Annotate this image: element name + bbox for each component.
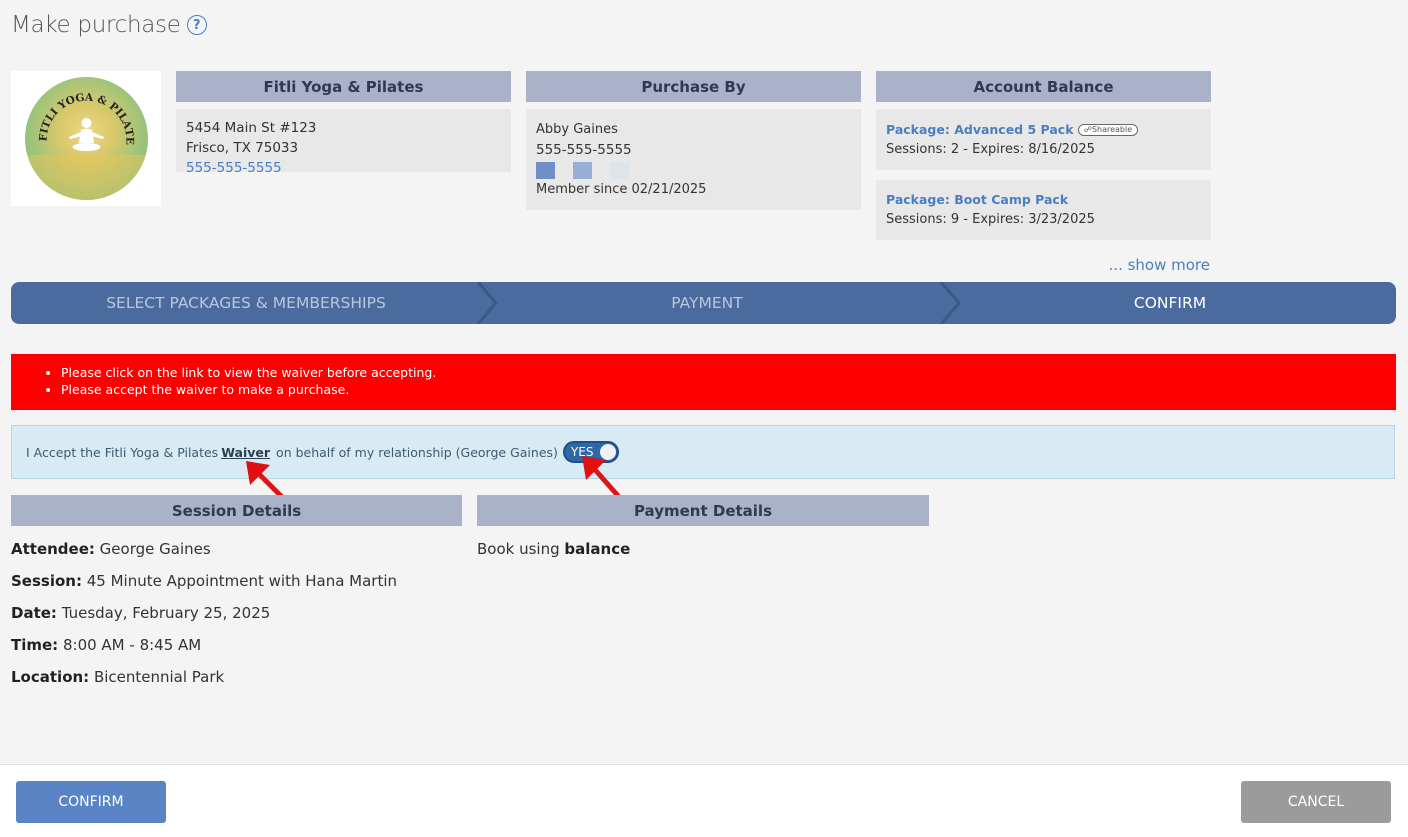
waiver-suffix: on behalf of my relationship (George Gai… [276,444,558,460]
address-line2: Frisco, TX 75033 [186,140,299,156]
waiver-acceptance: I Accept the Fitli Yoga & Pilates Waiver… [11,425,1395,479]
page-title: Make purchase ? [11,12,207,38]
business-panel: Fitli Yoga & Pilates 5454 Main St #123 F… [176,71,511,176]
error-alert: Please click on the link to view the wai… [11,354,1396,410]
session-heading: Session Details [11,495,462,526]
detail-row: Location: Bicentennial Park [11,668,225,686]
show-more-link[interactable]: ... show more [1100,256,1210,274]
step-select-packages[interactable]: SELECT PACKAGES & MEMBERSHIPS [11,282,481,324]
error-message: Please click on the link to view the wai… [61,364,1396,381]
error-message: Please accept the waiver to make a purch… [61,381,1396,398]
detail-row: Time: 8:00 AM - 8:45 AM [11,636,202,654]
session-details: Session Details Attendee: George Gaines … [11,495,462,699]
package-title[interactable]: Package: Boot Camp Pack [886,190,1201,210]
detail-row: Session: 45 Minute Appointment with Hana… [11,572,398,590]
package-details: Sessions: 9 - Expires: 3/23/2025 [886,212,1095,227]
page-title-text: Make purchase [11,12,181,38]
payment-details: Payment Details Book using balance [477,495,929,571]
purchaser-name: Abby Gaines [536,122,618,137]
member-since: Member since 02/21/2025 [536,182,707,197]
color-swatches [536,160,851,180]
business-name: Fitli Yoga & Pilates [176,71,511,102]
checkout-steps: SELECT PACKAGES & MEMBERSHIPS PAYMENT CO… [11,282,1396,324]
step-payment[interactable]: PAYMENT [486,282,928,324]
cancel-button[interactable]: CANCEL [1241,781,1391,823]
address-line1: 5454 Main St #123 [186,120,317,136]
purchaser-heading: Purchase By [526,71,861,102]
business-logo: FITLI YOGA & PILATES [11,71,161,206]
shareable-badge: ☍Shareable [1077,124,1139,136]
shareable-badge-text: Shareable [1091,125,1133,134]
package-title[interactable]: Package: Advanced 5 Pack [886,122,1074,137]
question-circle-icon[interactable]: ? [186,15,207,35]
package-card: Package: Boot Camp Pack Sessions: 9 - Ex… [876,180,1211,240]
package-details: Sessions: 2 - Expires: 8/16/2025 [886,142,1095,157]
account-heading: Account Balance [876,71,1211,102]
account-balance-panel: Account Balance Package: Advanced 5 Pack… [876,71,1211,240]
purchaser-panel: Purchase By Abby Gaines 555-555-5555 Mem… [526,71,861,210]
waiver-prefix: I Accept the Fitli Yoga & Pilates [26,444,219,460]
confirm-button[interactable]: CONFIRM [16,781,166,823]
step-confirm[interactable]: CONFIRM [951,282,1389,324]
detail-row: Attendee: George Gaines [11,540,211,558]
payment-heading: Payment Details [477,495,929,526]
package-card: Package: Advanced 5 Pack ☍Shareable Sess… [876,109,1211,170]
footer-bar: CONFIRM CANCEL [0,764,1408,837]
payment-method: Book using balance [477,540,631,558]
business-phone-link[interactable]: 555-555-5555 [186,158,501,178]
purchaser-phone: 555-555-5555 [536,142,632,158]
detail-row: Date: Tuesday, February 25, 2025 [11,604,271,622]
